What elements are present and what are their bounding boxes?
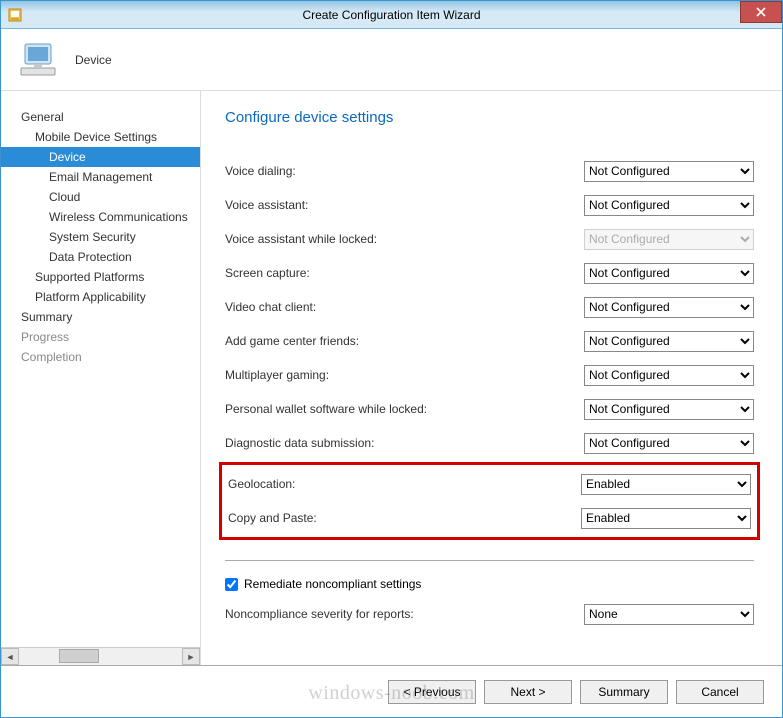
noncompliance-label: Noncompliance severity for reports: [225,607,414,621]
setting-row: Geolocation: Enabled [228,467,751,501]
scroll-right-button[interactable]: ► [182,648,200,665]
scroll-track[interactable] [19,648,182,665]
summary-button[interactable]: Summary [580,680,668,704]
setting-row: Video chat client: Not Configured [225,290,754,324]
nav-item-general[interactable]: General [1,107,200,127]
setting-row: Voice dialing: Not Configured [225,154,754,188]
setting-row: Personal wallet software while locked: No… [225,392,754,426]
setting-select[interactable]: Not Configured [584,195,754,216]
nav-item-summary[interactable]: Summary [1,307,200,327]
highlighted-settings: Geolocation: Enabled Copy and Paste: Enable… [219,462,760,540]
noncompliance-row: Noncompliance severity for reports: None [225,597,754,631]
setting-row: Copy and Paste: Enabled [228,501,751,535]
setting-select[interactable]: Not Configured [584,297,754,318]
setting-select[interactable]: Not Configured [584,161,754,182]
setting-select[interactable]: Not Configured [584,399,754,420]
setting-select[interactable]: Enabled [581,508,751,529]
wizard-window: Create Configuration Item Wizard Device … [0,0,783,718]
device-icon [19,40,63,80]
sidebar: GeneralMobile Device SettingsDeviceEmail… [1,91,201,665]
titlebar: Create Configuration Item Wizard [1,1,782,29]
remediate-row: Remediate noncompliant settings [225,571,754,597]
main-panel: Configure device settings Voice dialing:… [201,91,782,665]
setting-row: Voice assistant while locked: Not Configu… [225,222,754,256]
close-button[interactable] [740,1,782,23]
nav-item-mobile-device-settings[interactable]: Mobile Device Settings [1,127,200,147]
nav-item-completion: Completion [1,347,200,367]
nav-tree: GeneralMobile Device SettingsDeviceEmail… [1,107,200,647]
scroll-thumb[interactable] [59,649,99,663]
settings-list: Voice dialing:Not ConfiguredVoice assist… [225,154,754,460]
remediate-checkbox[interactable] [225,578,238,591]
setting-row: Add game center friends: Not Configured [225,324,754,358]
setting-label: Video chat client: [225,300,316,314]
setting-select[interactable]: Not Configured [584,263,754,284]
next-button[interactable]: Next > [484,680,572,704]
previous-button[interactable]: < Previous [388,680,476,704]
noncompliance-select[interactable]: None [584,604,754,625]
setting-select: Not Configured [584,229,754,250]
cancel-button[interactable]: Cancel [676,680,764,704]
setting-select[interactable]: Not Configured [584,433,754,454]
footer: < Previous Next > Summary Cancel [1,665,782,717]
main-heading: Configure device settings [225,109,754,126]
nav-item-progress: Progress [1,327,200,347]
nav-item-wireless-communications[interactable]: Wireless Communications [1,207,200,227]
nav-item-supported-platforms[interactable]: Supported Platforms [1,267,200,287]
setting-select[interactable]: Not Configured [584,331,754,352]
setting-label: Voice dialing: [225,164,296,178]
nav-item-email-management[interactable]: Email Management [1,167,200,187]
setting-label: Diagnostic data submission: [225,436,374,450]
setting-row: Diagnostic data submission: Not Configure… [225,426,754,460]
nav-item-system-security[interactable]: System Security [1,227,200,247]
setting-label: Multiplayer gaming: [225,368,329,382]
setting-label: Voice assistant while locked: [225,232,377,246]
window-title: Create Configuration Item Wizard [1,8,782,22]
setting-label: Screen capture: [225,266,310,280]
nav-item-device[interactable]: Device [1,147,200,167]
setting-label: Add game center friends: [225,334,359,348]
setting-row: Voice assistant: Not Configured [225,188,754,222]
page-title: Device [75,53,112,67]
setting-label: Geolocation: [228,477,295,491]
header-band: Device [1,29,782,91]
nav-item-cloud[interactable]: Cloud [1,187,200,207]
setting-select[interactable]: Enabled [581,474,751,495]
scroll-left-button[interactable]: ◄ [1,648,19,665]
setting-select[interactable]: Not Configured [584,365,754,386]
setting-row: Multiplayer gaming: Not Configured [225,358,754,392]
remediate-label: Remediate noncompliant settings [244,577,421,591]
setting-label: Personal wallet software while locked: [225,402,427,416]
setting-label: Copy and Paste: [228,511,317,525]
setting-row: Screen capture: Not Configured [225,256,754,290]
sidebar-scrollbar[interactable]: ◄ ► [1,647,200,665]
nav-item-platform-applicability[interactable]: Platform Applicability [1,287,200,307]
nav-item-data-protection[interactable]: Data Protection [1,247,200,267]
divider [225,560,754,561]
setting-label: Voice assistant: [225,198,308,212]
